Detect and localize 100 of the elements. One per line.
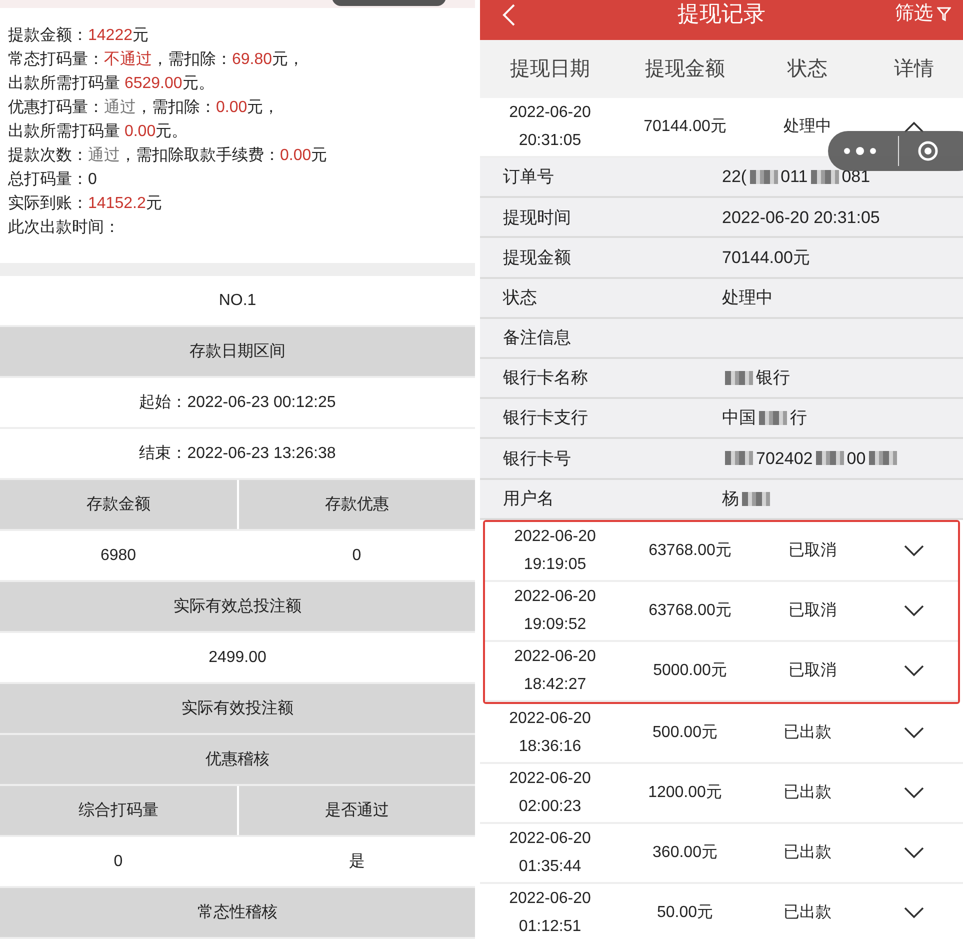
detail-label: 银行卡号 bbox=[503, 448, 571, 470]
pixelated-mask bbox=[725, 451, 753, 466]
column-header: 提现金额 bbox=[644, 57, 726, 82]
summary-line: 常态打码量：不通过，需扣除：69.80元， bbox=[8, 50, 306, 70]
pixelated-mask bbox=[725, 371, 753, 386]
date-text: 2022-06-20 bbox=[514, 586, 596, 607]
expand-button[interactable] bbox=[904, 604, 924, 617]
pixelated-mask bbox=[868, 451, 897, 466]
detail-label: 提现金额 bbox=[503, 246, 571, 269]
table-header-cell-text: 优惠稽核 bbox=[204, 750, 270, 770]
filter-button[interactable]: 筛选 bbox=[895, 0, 951, 28]
amount-text: 70144.00元 bbox=[642, 117, 728, 137]
detail-value: 行 bbox=[790, 407, 807, 430]
table-cell-text: NO.1 bbox=[218, 290, 258, 310]
time-text: 01:35:44 bbox=[518, 856, 582, 877]
expand-button[interactable] bbox=[904, 664, 924, 677]
detail-value: 081 bbox=[842, 166, 870, 188]
status-text: 处理中 bbox=[782, 116, 832, 137]
time-text: 01:12:51 bbox=[518, 916, 582, 937]
detail-value: 银行 bbox=[756, 367, 790, 390]
date-text: 2022-06-20 bbox=[509, 888, 591, 909]
time-text: 19:19:05 bbox=[524, 554, 586, 575]
table-cell-text: 6980 bbox=[99, 546, 138, 566]
table-cell-text: 起始：2022-06-23 00:12:25 bbox=[138, 392, 337, 412]
table-header-cell-text: 存款日期区间 bbox=[188, 342, 286, 362]
status-text: 已取消 bbox=[788, 600, 838, 621]
detail-value: 杨 bbox=[722, 488, 739, 510]
date-text: 2022-06-20 bbox=[514, 646, 596, 667]
table-header-cell-text: 综合打码量 bbox=[77, 800, 160, 820]
status-text: 已取消 bbox=[788, 660, 838, 681]
date-text: 2022-06-20 bbox=[509, 708, 591, 729]
status-text: 已取消 bbox=[788, 540, 838, 561]
detail-value: 处理中 bbox=[722, 286, 773, 309]
summary-line: 出款所需打码量 0.00元。 bbox=[8, 122, 189, 142]
table-cell-text: 结束：2022-06-23 13:26:38 bbox=[138, 444, 337, 464]
table-cell-text: 2499.00 bbox=[208, 648, 268, 668]
summary-line: 出款所需打码量 6529.00元。 bbox=[8, 74, 216, 94]
time-text: 18:36:16 bbox=[518, 736, 582, 757]
column-header: 状态 bbox=[786, 57, 828, 82]
amount-text: 500.00元 bbox=[652, 722, 718, 743]
summary-line: 此次出款时间： bbox=[8, 218, 121, 238]
close-button[interactable] bbox=[917, 140, 939, 162]
amount-text: 63768.00元 bbox=[648, 600, 732, 621]
pixelated-mask bbox=[742, 492, 770, 506]
detail-label: 订单号 bbox=[503, 166, 554, 188]
detail-value: 702402 bbox=[756, 448, 813, 470]
table-header-cell-text: 存款金额 bbox=[85, 494, 152, 514]
expand-button[interactable] bbox=[904, 786, 924, 799]
amount-text: 360.00元 bbox=[652, 842, 718, 863]
amount-text: 1200.00元 bbox=[647, 782, 723, 803]
pixelated-mask bbox=[816, 451, 844, 466]
detail-value: 2022-06-20 20:31:05 bbox=[722, 206, 880, 229]
column-header: 详情 bbox=[893, 57, 935, 82]
table-header-cell-text: 常态性稽核 bbox=[196, 902, 278, 922]
date-text: 2022-06-20 bbox=[509, 103, 591, 123]
summary-line: 实际到账：14152.2元 bbox=[8, 194, 163, 214]
amount-text: 50.00元 bbox=[656, 902, 714, 923]
page-title: 提现记录 bbox=[678, 0, 766, 28]
detail-value: 22( bbox=[722, 166, 747, 188]
detail-value: 70144.00元 bbox=[722, 246, 810, 269]
status-text: 已出款 bbox=[782, 782, 832, 803]
expand-button[interactable] bbox=[904, 906, 924, 919]
time-text: 20:31:05 bbox=[518, 131, 582, 151]
detail-label: 银行卡名称 bbox=[503, 367, 588, 390]
table-header-cell-text: 实际有效总投注额 bbox=[172, 596, 302, 616]
date-text: 2022-06-20 bbox=[509, 828, 591, 849]
pixelated-mask bbox=[810, 170, 839, 184]
amount-text: 63768.00元 bbox=[648, 540, 732, 561]
detail-value: 00 bbox=[846, 448, 866, 470]
detail-label: 备注信息 bbox=[503, 327, 571, 350]
amount-text: 5000.00元 bbox=[652, 660, 728, 681]
detail-label: 状态 bbox=[503, 286, 537, 309]
column-header: 提现日期 bbox=[509, 57, 591, 82]
status-text: 已出款 bbox=[782, 842, 832, 863]
detail-value: 011 bbox=[780, 166, 808, 188]
detail-label: 银行卡支行 bbox=[503, 407, 588, 430]
status-text: 已出款 bbox=[782, 722, 832, 743]
summary-line: 提款金额：14222元 bbox=[8, 26, 150, 46]
collapse-button[interactable] bbox=[904, 121, 924, 133]
table-header-cell-text: 实际有效投注额 bbox=[180, 698, 294, 718]
summary-line: 总打码量：0 bbox=[8, 170, 98, 190]
date-text: 2022-06-20 bbox=[514, 526, 596, 547]
expand-button[interactable] bbox=[904, 846, 924, 859]
date-text: 2022-06-20 bbox=[509, 768, 591, 789]
filter-icon bbox=[937, 6, 951, 22]
detail-label: 提现时间 bbox=[503, 206, 571, 229]
more-button[interactable] bbox=[842, 146, 878, 156]
pixelated-mask bbox=[759, 411, 787, 426]
time-text: 18:42:27 bbox=[524, 674, 586, 695]
pixelated-mask bbox=[750, 170, 778, 184]
summary-line: 优惠打码量：通过，需扣除：0.00元， bbox=[8, 98, 280, 118]
summary-line: 提款次数：通过，需扣除取款手续费：0.00元 bbox=[8, 146, 328, 166]
time-text: 02:00:23 bbox=[518, 796, 582, 817]
table-cell-text: 0 bbox=[112, 852, 124, 872]
detail-value: 中国 bbox=[722, 407, 756, 430]
detail-label: 用户名 bbox=[503, 488, 554, 510]
status-text: 已出款 bbox=[782, 902, 832, 923]
expand-button[interactable] bbox=[904, 544, 924, 557]
time-text: 19:09:52 bbox=[524, 614, 586, 635]
expand-button[interactable] bbox=[904, 726, 924, 739]
